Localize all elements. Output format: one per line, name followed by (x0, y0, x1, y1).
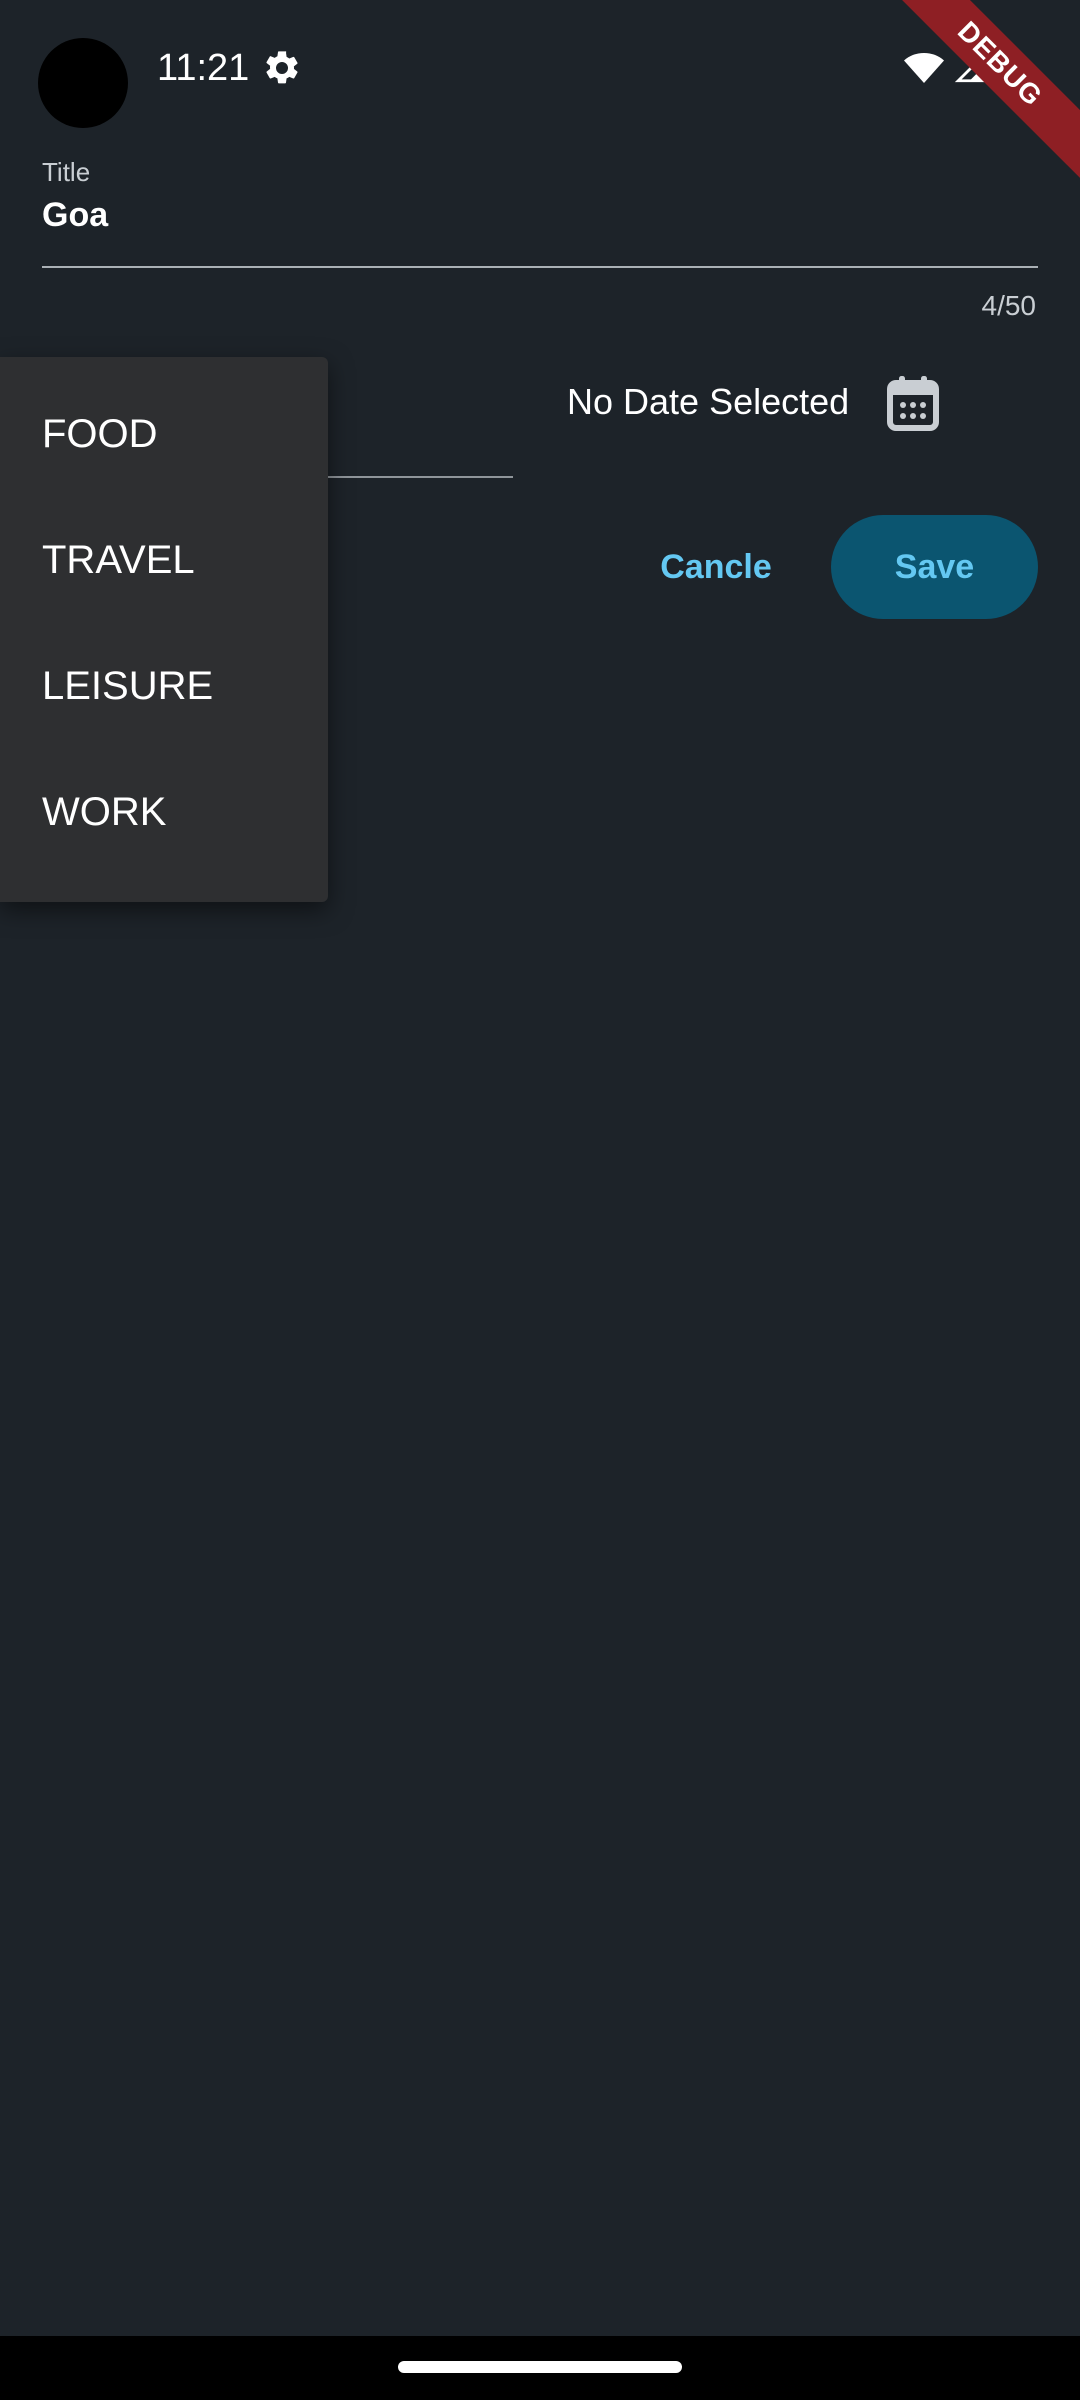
date-picker-button[interactable] (880, 370, 946, 436)
save-button[interactable]: Save (831, 515, 1038, 619)
camera-cutout (38, 38, 128, 128)
character-counter: 4/50 (981, 290, 1037, 321)
status-bar: 11:21 (0, 0, 1080, 140)
selected-date-text: No Date Selected (567, 381, 850, 422)
navigation-bar (0, 2336, 1080, 2400)
home-indicator[interactable] (398, 2361, 682, 2373)
title-input[interactable]: Goa (42, 191, 1038, 239)
menu-item-leisure[interactable]: LEISURE (0, 623, 328, 749)
title-underline (42, 266, 1038, 268)
title-label: Title (42, 157, 91, 187)
menu-item-food[interactable]: FOOD (0, 371, 328, 497)
gear-icon (266, 51, 298, 84)
screen: 11:21 DEBUG Title Goa 4/50 No Date Selec… (0, 0, 1080, 2400)
cancel-button[interactable]: Cancle (640, 515, 792, 619)
title-field[interactable]: Title Goa (42, 155, 1038, 268)
menu-item-work[interactable]: WORK (0, 749, 328, 875)
status-clock: 11:21 (157, 47, 250, 89)
calendar-icon (887, 376, 939, 431)
wifi-icon (904, 53, 944, 83)
category-dropdown-menu: FOOD TRAVEL LEISURE WORK (0, 357, 328, 902)
menu-item-travel[interactable]: TRAVEL (0, 497, 328, 623)
